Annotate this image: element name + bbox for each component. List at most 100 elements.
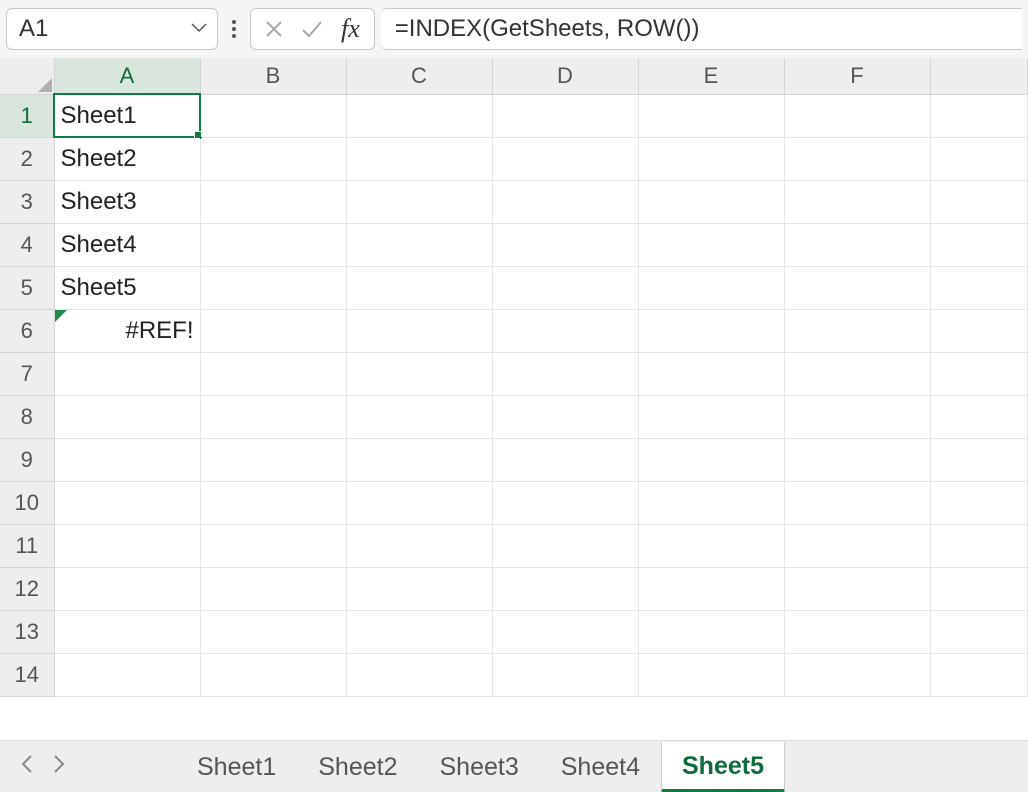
- row-header-4[interactable]: 4: [0, 223, 54, 266]
- cell-b7[interactable]: [200, 352, 346, 395]
- cell-d9[interactable]: [492, 438, 638, 481]
- cell-c4[interactable]: [346, 223, 492, 266]
- cell-e6[interactable]: [638, 309, 784, 352]
- cancel-icon[interactable]: [255, 10, 293, 48]
- column-header-b[interactable]: B: [200, 58, 346, 94]
- cell-d2[interactable]: [492, 137, 638, 180]
- cell-b4[interactable]: [200, 223, 346, 266]
- cell-b14[interactable]: [200, 653, 346, 696]
- row-header-10[interactable]: 10: [0, 481, 54, 524]
- cell-filler-12[interactable]: [930, 567, 1028, 610]
- cell-d5[interactable]: [492, 266, 638, 309]
- row-header-7[interactable]: 7: [0, 352, 54, 395]
- cell-a3[interactable]: Sheet3: [54, 180, 200, 223]
- cell-e3[interactable]: [638, 180, 784, 223]
- cell-filler-13[interactable]: [930, 610, 1028, 653]
- cell-f12[interactable]: [784, 567, 930, 610]
- select-all-corner[interactable]: [0, 58, 54, 94]
- column-header-f[interactable]: F: [784, 58, 930, 94]
- cell-f7[interactable]: [784, 352, 930, 395]
- cell-a7[interactable]: [54, 352, 200, 395]
- cell-b10[interactable]: [200, 481, 346, 524]
- cell-e14[interactable]: [638, 653, 784, 696]
- cell-d14[interactable]: [492, 653, 638, 696]
- cell-d8[interactable]: [492, 395, 638, 438]
- cell-e9[interactable]: [638, 438, 784, 481]
- cell-filler-4[interactable]: [930, 223, 1028, 266]
- row-header-3[interactable]: 3: [0, 180, 54, 223]
- cell-filler-2[interactable]: [930, 137, 1028, 180]
- cell-d4[interactable]: [492, 223, 638, 266]
- row-header-12[interactable]: 12: [0, 567, 54, 610]
- cell-d13[interactable]: [492, 610, 638, 653]
- cell-b2[interactable]: [200, 137, 346, 180]
- cell-d7[interactable]: [492, 352, 638, 395]
- cell-f3[interactable]: [784, 180, 930, 223]
- cell-c3[interactable]: [346, 180, 492, 223]
- cell-f1[interactable]: [784, 94, 930, 137]
- cell-filler-10[interactable]: [930, 481, 1028, 524]
- cell-c14[interactable]: [346, 653, 492, 696]
- cell-c13[interactable]: [346, 610, 492, 653]
- cell-c5[interactable]: [346, 266, 492, 309]
- column-header-extra[interactable]: [930, 58, 1028, 94]
- cell-d6[interactable]: [492, 309, 638, 352]
- cell-a2[interactable]: Sheet2: [54, 137, 200, 180]
- cell-a8[interactable]: [54, 395, 200, 438]
- cell-filler-6[interactable]: [930, 309, 1028, 352]
- cell-b8[interactable]: [200, 395, 346, 438]
- cell-b12[interactable]: [200, 567, 346, 610]
- row-header-1[interactable]: 1: [0, 94, 54, 137]
- row-header-14[interactable]: 14: [0, 653, 54, 696]
- tab-sheet2[interactable]: Sheet2: [297, 742, 418, 792]
- cell-e5[interactable]: [638, 266, 784, 309]
- cell-e8[interactable]: [638, 395, 784, 438]
- cell-c6[interactable]: [346, 309, 492, 352]
- cell-e11[interactable]: [638, 524, 784, 567]
- row-header-8[interactable]: 8: [0, 395, 54, 438]
- cell-e2[interactable]: [638, 137, 784, 180]
- cell-filler-3[interactable]: [930, 180, 1028, 223]
- tab-sheet1[interactable]: Sheet1: [176, 742, 297, 792]
- cell-b5[interactable]: [200, 266, 346, 309]
- cell-c8[interactable]: [346, 395, 492, 438]
- cell-a5[interactable]: Sheet5: [54, 266, 200, 309]
- formula-input[interactable]: =INDEX(GetSheets, ROW()): [381, 8, 1022, 50]
- cell-f14[interactable]: [784, 653, 930, 696]
- cell-filler-9[interactable]: [930, 438, 1028, 481]
- row-header-6[interactable]: 6: [0, 309, 54, 352]
- row-header-5[interactable]: 5: [0, 266, 54, 309]
- cell-a13[interactable]: [54, 610, 200, 653]
- row-header-9[interactable]: 9: [0, 438, 54, 481]
- cell-filler-5[interactable]: [930, 266, 1028, 309]
- cell-b1[interactable]: [200, 94, 346, 137]
- cell-b6[interactable]: [200, 309, 346, 352]
- chevron-down-icon[interactable]: [191, 20, 207, 38]
- cell-e1[interactable]: [638, 94, 784, 137]
- cell-c11[interactable]: [346, 524, 492, 567]
- sheet-next-icon[interactable]: [52, 754, 66, 780]
- cell-c1[interactable]: [346, 94, 492, 137]
- cell-e10[interactable]: [638, 481, 784, 524]
- row-header-13[interactable]: 13: [0, 610, 54, 653]
- cell-c9[interactable]: [346, 438, 492, 481]
- cell-c2[interactable]: [346, 137, 492, 180]
- cell-f13[interactable]: [784, 610, 930, 653]
- cell-filler-1[interactable]: [930, 94, 1028, 137]
- column-header-c[interactable]: C: [346, 58, 492, 94]
- cell-a1[interactable]: Sheet1: [54, 94, 200, 137]
- tab-sheet5[interactable]: Sheet5: [661, 742, 785, 792]
- cell-f8[interactable]: [784, 395, 930, 438]
- cell-a11[interactable]: [54, 524, 200, 567]
- cell-a12[interactable]: [54, 567, 200, 610]
- name-box[interactable]: A1: [6, 8, 218, 50]
- cell-f11[interactable]: [784, 524, 930, 567]
- column-header-a[interactable]: A: [54, 58, 200, 94]
- tab-sheet4[interactable]: Sheet4: [540, 742, 661, 792]
- cell-f10[interactable]: [784, 481, 930, 524]
- cell-c12[interactable]: [346, 567, 492, 610]
- cell-filler-8[interactable]: [930, 395, 1028, 438]
- cell-b13[interactable]: [200, 610, 346, 653]
- sheet-prev-icon[interactable]: [20, 754, 34, 780]
- cell-f4[interactable]: [784, 223, 930, 266]
